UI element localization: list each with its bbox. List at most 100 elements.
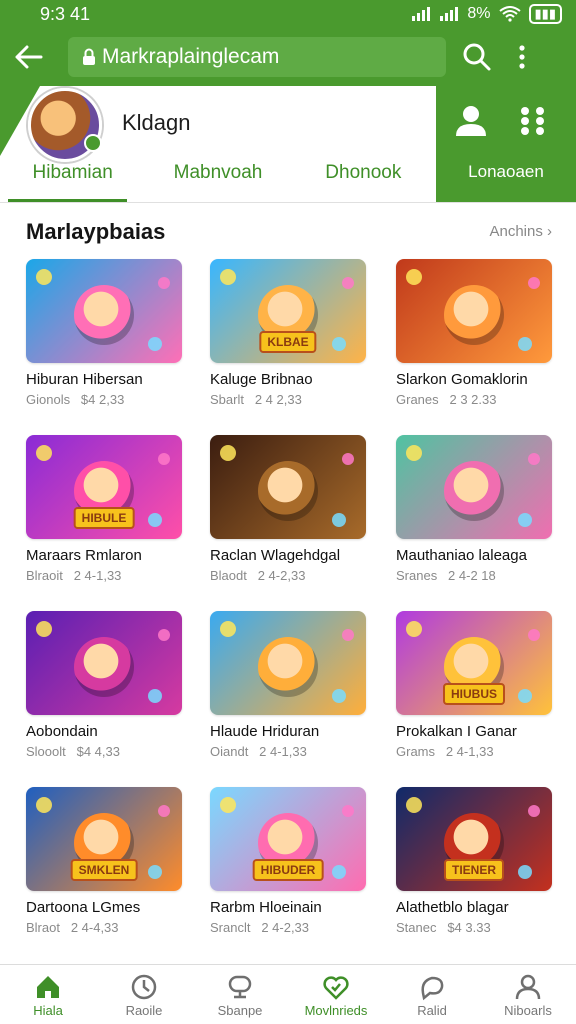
game-logo-text: TIENER [443, 859, 505, 881]
game-card[interactable]: Hlaude Hriduran Oiandt 2 4-1,33 [210, 611, 368, 787]
battery-percent: 8% [467, 5, 491, 22]
game-price: $4 2,33 [80, 392, 125, 407]
sparkle-decoration [528, 629, 540, 641]
game-title: Prokalkan I Ganar [396, 723, 517, 740]
more-vert-icon [519, 45, 525, 69]
tab-hibamian[interactable]: Hibamian [0, 158, 145, 202]
sparkle-decoration [406, 445, 422, 461]
game-card[interactable]: SMKLEN Dartoona LGmes Blraot 2 4-4,33 [26, 787, 182, 963]
game-thumbnail[interactable] [26, 611, 182, 715]
game-logo-text: KLBAE [259, 331, 317, 353]
nav-label: Sbanpe [217, 1003, 263, 1018]
game-price: 2 4 2,33 [254, 392, 302, 407]
nav-item-store[interactable]: Sbanpe [192, 965, 288, 1024]
character-art [258, 461, 318, 522]
game-title: Rarbm Hloeinain [210, 899, 322, 916]
battery-icon: ▮▮▮ [528, 4, 562, 24]
game-card[interactable]: HIBULE Maraars Rmlaron Blraoit 2 4-1,33 [26, 435, 182, 611]
game-card[interactable]: Raclan Wlagehdgal Blaodt 2 4-2,33 [210, 435, 368, 611]
heart-icon [323, 976, 349, 1000]
game-card[interactable]: HIBUDER Rarbm Hloeinain Sranclt 2 4-2,33 [210, 787, 368, 963]
game-thumbnail[interactable]: HIUBUS [396, 611, 552, 715]
nav-item-profile[interactable]: Niboarls [480, 965, 576, 1024]
game-card[interactable]: TIENER Alathetblo blagar Stanec $4 3.33 [396, 787, 554, 963]
sparkle-decoration [518, 513, 532, 527]
sparkle-decoration [36, 797, 52, 813]
game-category: Oiandt [210, 744, 249, 759]
url-bar[interactable]: Markraplainglecam [68, 37, 446, 77]
game-card[interactable]: HIUBUS Prokalkan I Ganar Grams 2 4-1,33 [396, 611, 554, 787]
game-meta: Blraot 2 4-4,33 [26, 920, 182, 935]
character-art [444, 461, 504, 522]
home-icon [37, 976, 59, 998]
sparkle-decoration [342, 277, 354, 289]
apps-button[interactable] [520, 106, 546, 136]
grid-dots-icon [521, 107, 544, 135]
game-thumbnail[interactable] [210, 611, 366, 715]
game-title: Hiburan Hibersan [26, 371, 143, 388]
sparkle-decoration [148, 689, 162, 703]
game-thumbnail[interactable]: KLBAE [210, 259, 366, 363]
character-art [74, 285, 134, 346]
game-title: Aobondain [26, 723, 98, 740]
game-thumbnail[interactable] [210, 435, 366, 539]
sparkle-decoration [342, 453, 354, 465]
game-thumbnail[interactable]: TIENER [396, 787, 552, 891]
game-price: 2 4-1,33 [445, 744, 494, 759]
game-card[interactable]: KLBAE Kaluge Bribnao Sbarlt 2 4 2,33 [210, 259, 368, 435]
game-thumbnail[interactable] [396, 435, 552, 539]
game-category: Sranclt [210, 920, 251, 935]
game-meta: Stanec $4 3.33 [396, 920, 554, 935]
tab-mabnvoah[interactable]: Mabnvoah [145, 158, 290, 202]
search-button[interactable] [460, 40, 494, 74]
game-meta: Sbarlt 2 4 2,33 [210, 392, 368, 407]
tab-dhonook[interactable]: Dhonook [291, 158, 436, 202]
more-menu-button[interactable] [512, 40, 532, 74]
sparkle-decoration [148, 513, 162, 527]
sparkle-decoration [220, 269, 236, 285]
game-price: 2 3 2.33 [449, 392, 497, 407]
login-button[interactable]: Lonaoaen [436, 162, 576, 182]
game-thumbnail[interactable]: SMKLEN [26, 787, 182, 891]
sparkle-decoration [36, 269, 52, 285]
game-title: Mauthaniao laleaga [396, 547, 527, 564]
game-logo-text: HIUBUS [442, 683, 506, 705]
sparkle-decoration [528, 453, 540, 465]
game-category: Blraot [26, 920, 60, 935]
nav-item-heart[interactable]: Movlnrieds [288, 965, 384, 1024]
game-logo-text: SMKLEN [70, 859, 138, 881]
game-title: Kaluge Bribnao [210, 371, 313, 388]
avatar-badge [84, 134, 102, 152]
game-meta: Grams 2 4-1,33 [396, 744, 554, 759]
user-button[interactable] [454, 104, 488, 138]
game-thumbnail[interactable] [396, 259, 552, 363]
nav-item-home[interactable]: Hiala [0, 965, 96, 1024]
game-thumbnail[interactable]: HIBULE [26, 435, 182, 539]
game-card[interactable]: Slarkon Gomaklorin Granes 2 3 2.33 [396, 259, 554, 435]
signal-icon [412, 7, 431, 21]
back-button[interactable] [14, 42, 44, 72]
sparkle-decoration [158, 277, 170, 289]
game-card[interactable]: Hiburan Hibersan Gionols $4 2,33 [26, 259, 182, 435]
game-thumbnail[interactable] [26, 259, 182, 363]
nav-item-clock[interactable]: Raoile [96, 965, 192, 1024]
header-actions: Lonaoaen [436, 86, 576, 202]
game-meta: Blaodt 2 4-2,33 [210, 568, 368, 583]
game-meta: Oiandt 2 4-1,33 [210, 744, 368, 759]
chat-icon [421, 976, 444, 1001]
character-art [74, 637, 134, 698]
game-price: 2 4-1,33 [73, 568, 122, 583]
game-card[interactable]: Aobondain Slooolt $4 4,33 [26, 611, 182, 787]
status-time: 9:3 41 [40, 3, 91, 24]
game-card[interactable]: Mauthaniao laleaga Sranes 2 4-2 18 [396, 435, 554, 611]
game-thumbnail[interactable]: HIBUDER [210, 787, 366, 891]
game-meta: Blraoit 2 4-1,33 [26, 568, 182, 583]
game-title: Dartoona LGmes [26, 899, 141, 916]
sparkle-decoration [220, 445, 236, 461]
see-all-link[interactable]: Anchins › [489, 223, 552, 240]
game-grid: Hiburan Hibersan Gionols $4 2,33 KLBAE Kalu… [26, 259, 556, 963]
game-logo-text: HIBUDER [252, 859, 324, 881]
nav-item-chat[interactable]: Ralid [384, 965, 480, 1024]
lock-icon [83, 48, 95, 65]
game-price: 2 4-2,33 [261, 920, 310, 935]
